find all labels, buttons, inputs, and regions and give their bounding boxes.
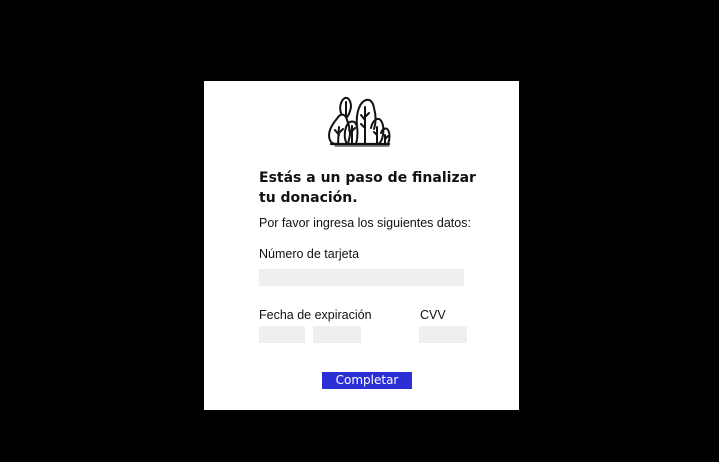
donation-payment-card: Estás a un paso de finalizar tu donación… (204, 81, 519, 410)
card-number-input[interactable] (259, 269, 464, 286)
cvv-label: CVV (420, 308, 446, 322)
expiration-date-label: Fecha de expiración (259, 308, 372, 322)
trees-icon (328, 96, 391, 147)
expiration-month-input[interactable] (259, 326, 305, 343)
expiration-year-input[interactable] (313, 326, 361, 343)
card-number-label: Número de tarjeta (259, 247, 360, 261)
page-title: Estás a un paso de finalizar tu donación… (259, 170, 476, 206)
instructions-text: Por favor ingresa los siguientes datos: (259, 216, 471, 230)
complete-payment-button[interactable]: Completar pago (322, 372, 412, 404)
cvv-input[interactable] (419, 326, 467, 343)
